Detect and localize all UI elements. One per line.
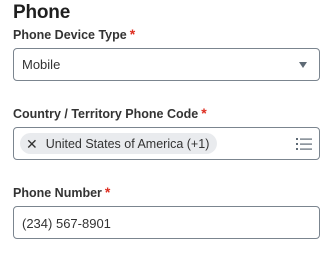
phone-device-type-label-text: Phone Device Type: [13, 28, 127, 42]
required-marker: *: [104, 184, 111, 200]
chevron-down-icon[interactable]: [299, 62, 307, 68]
country-code-label-text: Country / Territory Phone Code: [13, 107, 199, 121]
list-icon[interactable]: [295, 136, 313, 152]
selected-country-text: United States of America (+1): [45, 136, 210, 151]
country-code-label: Country / Territory Phone Code *: [13, 105, 207, 121]
required-marker: *: [129, 26, 136, 42]
phone-number-input[interactable]: (234) 567-8901: [13, 206, 320, 239]
phone-number-label: Phone Number *: [13, 184, 110, 200]
section-title: Phone: [13, 2, 71, 23]
country-code-prompt[interactable]: ✕ United States of America (+1): [13, 127, 320, 160]
phone-number-label-text: Phone Number: [13, 186, 102, 200]
phone-device-type-value: Mobile: [22, 57, 61, 72]
close-icon[interactable]: ✕: [26, 137, 38, 151]
phone-device-type-label: Phone Device Type *: [13, 26, 135, 42]
phone-device-type-select[interactable]: Mobile: [13, 48, 320, 81]
selected-country-pill[interactable]: ✕ United States of America (+1): [20, 133, 218, 154]
phone-number-value: (234) 567-8901: [22, 216, 111, 231]
required-marker: *: [201, 105, 207, 121]
